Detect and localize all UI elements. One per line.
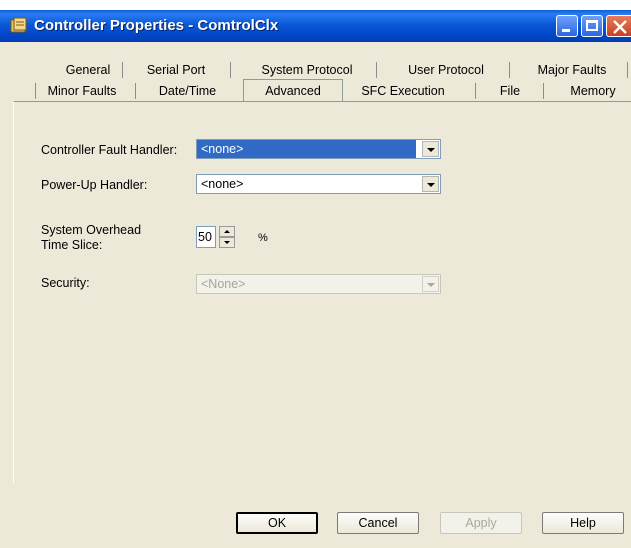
tab-memory[interactable]: Memory <box>560 81 626 101</box>
powerup-handler-dropdown[interactable]: <none> <box>196 174 441 194</box>
powerup-handler-label: Power-Up Handler: <box>41 178 148 192</box>
security-dropdown: <None> <box>196 274 441 294</box>
tab-minor-faults[interactable]: Minor Faults <box>42 81 122 101</box>
window-title: Controller Properties - ComtrolClx <box>34 17 279 34</box>
tab-divider <box>543 83 544 99</box>
minimize-button[interactable] <box>556 15 578 37</box>
tab-advanced[interactable]: Advanced <box>243 79 343 101</box>
spin-down-icon[interactable] <box>219 237 235 248</box>
tab-divider <box>475 83 476 99</box>
overhead-label-line1: System Overhead <box>41 223 142 237</box>
tab-divider <box>376 62 377 78</box>
close-icon <box>613 20 627 34</box>
chevron-down-icon <box>422 276 439 292</box>
tab-divider <box>230 62 231 78</box>
tab-divider <box>509 62 510 78</box>
percent-unit: % <box>258 232 268 244</box>
fault-handler-dropdown[interactable]: <none> <box>196 139 441 159</box>
tab-divider <box>35 83 36 99</box>
fault-handler-value: <none> <box>197 140 416 158</box>
chevron-down-icon[interactable] <box>422 141 439 157</box>
maximize-icon <box>586 20 598 31</box>
overhead-label-line2: Time Slice: <box>41 238 103 252</box>
tab-sfc-execution[interactable]: SFC Execution <box>348 81 458 101</box>
tab-date-time[interactable]: Date/Time <box>150 81 225 101</box>
timeslice-input[interactable]: 50 <box>196 226 216 248</box>
spin-up-icon[interactable] <box>219 226 235 237</box>
minimize-icon <box>562 29 570 32</box>
powerup-handler-value: <none> <box>201 177 244 191</box>
fault-handler-label: Controller Fault Handler: <box>41 143 178 157</box>
chevron-down-icon[interactable] <box>422 176 439 192</box>
controller-app-icon <box>10 17 27 33</box>
tab-file[interactable]: File <box>492 81 528 101</box>
ok-button[interactable]: OK <box>236 512 318 534</box>
tab-user-protocol[interactable]: User Protocol <box>398 60 494 80</box>
cancel-button[interactable]: Cancel <box>337 512 419 534</box>
maximize-button[interactable] <box>581 15 603 37</box>
timeslice-stepper[interactable] <box>219 226 235 248</box>
tab-divider <box>122 62 123 78</box>
apply-button: Apply <box>440 512 522 534</box>
timeslice-value: 50 <box>198 230 212 244</box>
tab-divider <box>627 62 628 78</box>
tab-system-protocol[interactable]: System Protocol <box>252 60 362 80</box>
tab-divider <box>135 83 136 99</box>
close-button[interactable] <box>606 15 631 37</box>
tab-serial-port[interactable]: Serial Port <box>141 60 211 80</box>
security-value: <None> <box>201 277 246 291</box>
security-label: Security: <box>41 276 90 290</box>
help-button[interactable]: Help <box>542 512 624 534</box>
tab-general[interactable]: General <box>63 60 113 80</box>
tab-major-faults[interactable]: Major Faults <box>528 60 616 80</box>
